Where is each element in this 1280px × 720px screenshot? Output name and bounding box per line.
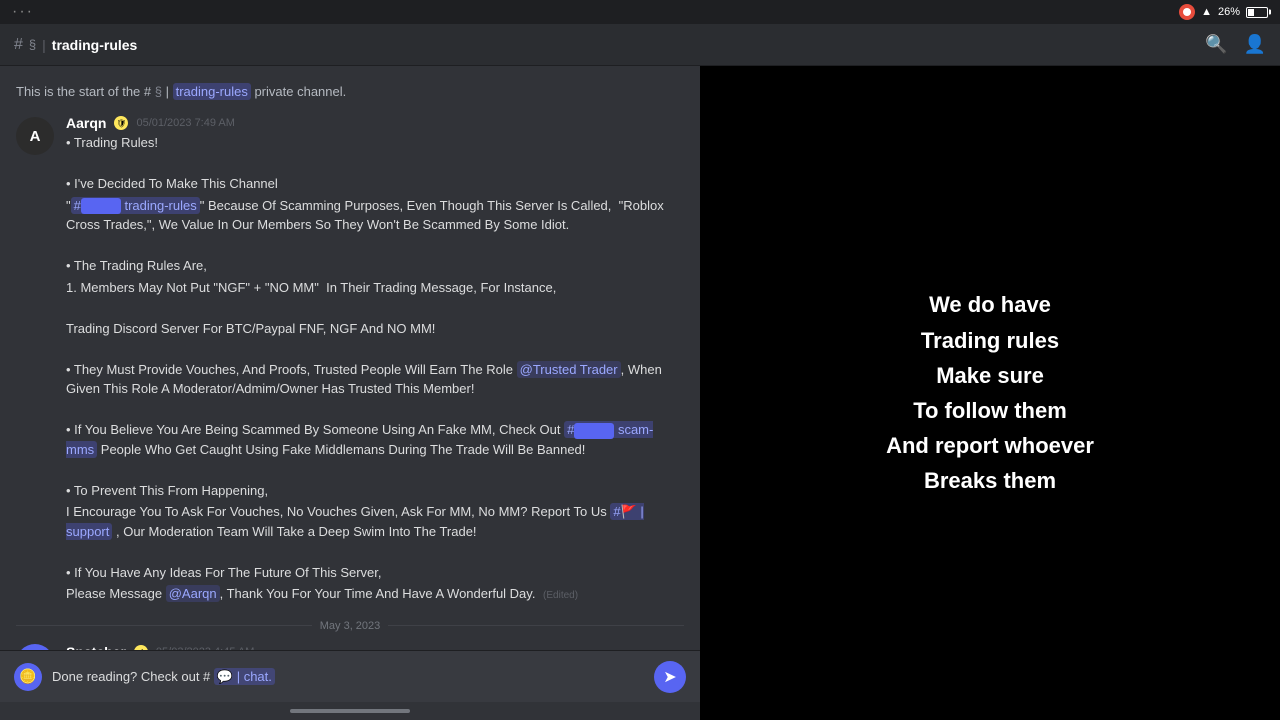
bottom-icon: 🪙	[14, 663, 42, 691]
line-5: 1. Members May Not Put "NGF" + "NO MM" I…	[66, 278, 684, 298]
wifi-icon: ▲	[1201, 6, 1212, 18]
search-icon[interactable]: 🔍	[1205, 34, 1227, 55]
channel-name-header: trading-rules	[52, 37, 138, 53]
right-line-5: And report whoever	[886, 428, 1094, 463]
date-line-left	[16, 625, 312, 626]
right-panel: We do have Trading rules Make sure To fo…	[700, 66, 1280, 720]
line-9: • To Prevent This From Happening,	[66, 481, 684, 501]
record-icon	[1179, 4, 1195, 20]
chat-content[interactable]: This is the start of the # § | trading-r…	[0, 66, 700, 650]
blurred-name-2	[574, 423, 614, 439]
right-panel-text: We do have Trading rules Make sure To fo…	[866, 267, 1114, 518]
mod-badge-aarqn: 🛡	[114, 116, 128, 130]
channel-start-mention[interactable]: trading-rules	[173, 83, 251, 100]
mention-trusted-trader[interactable]: @Trusted Trader	[517, 361, 621, 378]
channel-header: # § | trading-rules 🔍 👤	[0, 24, 1280, 66]
right-line-2: Trading rules	[886, 323, 1094, 358]
send-icon: ➤	[663, 667, 676, 687]
line-2: • I've Decided To Make This Channel	[66, 174, 684, 194]
channel-header-left: # § | trading-rules	[14, 36, 1197, 54]
line-1: • Trading Rules!	[66, 133, 684, 153]
right-line-4: To follow them	[886, 393, 1094, 428]
bottom-icon-emoji: 🪙	[19, 668, 36, 685]
edited-tag: (Edited)	[543, 590, 578, 601]
channel-mention-support[interactable]: #🚩 | support	[66, 503, 644, 540]
swipe-bar	[0, 702, 700, 720]
mention-aarqn[interactable]: @Aarqn	[166, 585, 220, 602]
profile-icon[interactable]: 👤	[1244, 34, 1266, 55]
right-line-3: Make sure	[886, 358, 1094, 393]
line-7: • They Must Provide Vouches, And Proofs,…	[66, 360, 684, 399]
channel-start-text: This is the start of the # § | trading-r…	[16, 83, 346, 100]
chat-area: This is the start of the # § | trading-r…	[0, 66, 700, 720]
avatar-aarqn: A	[16, 117, 54, 155]
timestamp-aarqn: 05/01/2023 7:49 AM	[136, 117, 234, 129]
channel-mention-chat[interactable]: 💬 | chat.	[214, 668, 275, 685]
bottom-bar: 🪙 Done reading? Check out # 💬 | chat. ➤	[0, 650, 700, 702]
status-bar: ··· ▲ 26%	[0, 0, 1280, 24]
channel-mention-trading-rules[interactable]: # trading-rules	[71, 197, 200, 214]
battery-percent: 26%	[1218, 6, 1240, 18]
line-6: Trading Discord Server For BTC/Paypal FN…	[66, 319, 684, 339]
channel-header-right: 🔍 👤	[1205, 34, 1266, 55]
line-8: • If You Believe You Are Being Scammed B…	[66, 420, 684, 459]
channel-start: This is the start of the # § | trading-r…	[0, 76, 700, 111]
status-bar-left: ···	[12, 3, 34, 21]
main-area: This is the start of the # § | trading-r…	[0, 66, 1280, 720]
hash-icon: #	[14, 36, 23, 54]
right-line-1: We do have	[886, 287, 1094, 322]
message-aarqn: A Aarqn 🛡 05/01/2023 7:49 AM • Trading R…	[0, 111, 700, 610]
right-line-6: Breaks them	[886, 463, 1094, 498]
send-button[interactable]: ➤	[654, 661, 686, 693]
line-10: I Encourage You To Ask For Vouches, No V…	[66, 502, 684, 541]
message-header-aarqn: Aarqn 🛡 05/01/2023 7:49 AM	[66, 115, 684, 131]
three-dots: ···	[12, 3, 34, 21]
line-11: • If You Have Any Ideas For The Future O…	[66, 563, 684, 583]
record-dot	[1183, 8, 1191, 16]
status-bar-right: ▲ 26%	[1179, 4, 1268, 20]
username-aarqn: Aarqn	[66, 115, 106, 131]
dollar-icon: §	[29, 37, 36, 52]
channel-mention-scam-mms[interactable]: # scam-mms	[66, 421, 653, 458]
swipe-indicator	[290, 709, 410, 713]
line-4: • The Trading Rules Are,	[66, 256, 684, 276]
channel-separator: |	[42, 37, 46, 53]
date-separator: May 3, 2023	[0, 612, 700, 640]
line-12: Please Message @Aarqn, Thank You For You…	[66, 584, 684, 604]
message-spatcher: S Spatcher ✓ 05/03/2023 4:45 AM Please n…	[0, 640, 700, 651]
blurred-name-1	[81, 198, 121, 214]
battery-box	[1246, 7, 1268, 18]
date-text: May 3, 2023	[320, 620, 381, 632]
battery-fill	[1248, 9, 1254, 16]
bottom-text: Done reading? Check out # 💬 | chat.	[52, 669, 644, 685]
line-3: "# trading-rules" Because Of Scamming Pu…	[66, 196, 684, 235]
battery-tip	[1269, 10, 1271, 15]
message-text-aarqn: • Trading Rules! • I've Decided To Make …	[66, 133, 684, 604]
message-content-aarqn: Aarqn 🛡 05/01/2023 7:49 AM • Trading Rul…	[66, 115, 684, 606]
bottom-text-static: Done reading? Check out #	[52, 669, 210, 684]
date-line-right	[388, 625, 684, 626]
